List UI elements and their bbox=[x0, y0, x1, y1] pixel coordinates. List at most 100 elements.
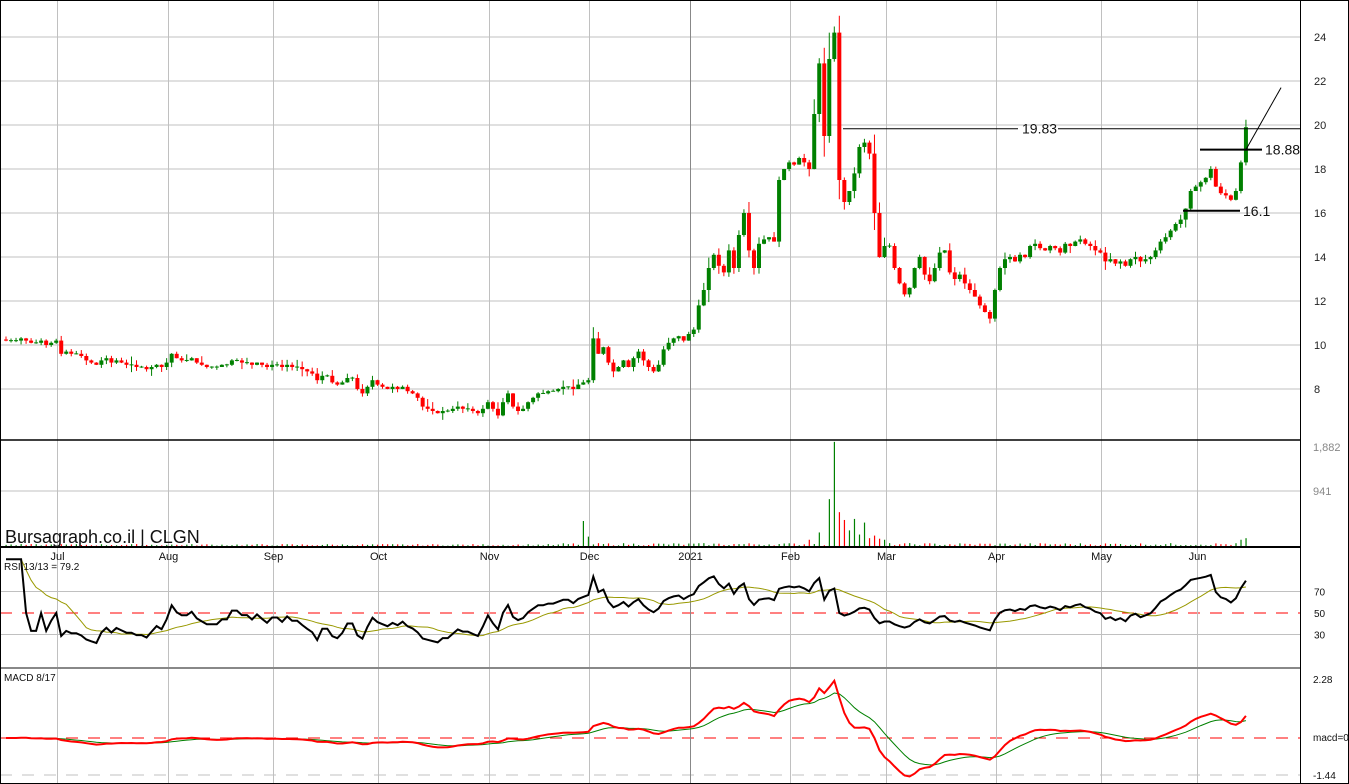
candle-body bbox=[340, 382, 345, 385]
volume-bar bbox=[1039, 543, 1041, 546]
macd-tick-label: macd=0 bbox=[1313, 733, 1349, 744]
candle-body bbox=[1138, 257, 1143, 262]
candle-body bbox=[430, 408, 435, 411]
volume-bar bbox=[989, 543, 991, 546]
candle-body bbox=[144, 367, 149, 370]
candle-body bbox=[400, 386, 405, 389]
candle-body bbox=[480, 408, 485, 414]
candle-body bbox=[410, 391, 415, 394]
volume-bar bbox=[1210, 544, 1212, 546]
candle-body bbox=[797, 158, 802, 165]
candle-body bbox=[661, 349, 666, 365]
candle-body bbox=[706, 268, 711, 290]
candle-body bbox=[260, 362, 265, 365]
candle-body bbox=[611, 362, 616, 372]
rsi-label: RSI 13/13 = 79.2 bbox=[4, 562, 80, 573]
volume-bar bbox=[1099, 545, 1102, 546]
volume-bar bbox=[1200, 544, 1202, 546]
candle-body bbox=[129, 364, 134, 366]
candle-body bbox=[716, 254, 721, 266]
volume-bar bbox=[1235, 543, 1237, 546]
volume-bar bbox=[638, 545, 640, 546]
month-label-oct: Oct bbox=[370, 551, 387, 563]
volume-bar bbox=[407, 545, 409, 546]
candle-body bbox=[817, 63, 822, 114]
candle-body bbox=[1063, 243, 1068, 253]
candle-body bbox=[465, 408, 470, 410]
stock-chart: 19.8318.8816.1 Jul Aug Sep Oct Nov Dec 2021 Feb… bbox=[0, 0, 1349, 784]
candle-body bbox=[1173, 224, 1178, 231]
candle-body bbox=[937, 252, 942, 268]
month-label-aug: Aug bbox=[159, 551, 179, 563]
candle-body bbox=[681, 336, 686, 341]
volume-bar bbox=[607, 543, 610, 546]
volume-bar bbox=[979, 543, 981, 546]
candle-body bbox=[209, 366, 214, 368]
volume-bar bbox=[798, 545, 800, 546]
volume-bar bbox=[321, 544, 323, 546]
volume-bar bbox=[236, 544, 238, 546]
trendline bbox=[1245, 87, 1282, 150]
candle-body bbox=[867, 142, 872, 154]
candle-body bbox=[666, 342, 671, 350]
candle-body bbox=[922, 257, 927, 275]
candle-body bbox=[952, 272, 957, 279]
volume-bar bbox=[929, 543, 931, 546]
volume-bar bbox=[1054, 544, 1056, 546]
candle-body bbox=[1008, 257, 1012, 260]
candle-body bbox=[751, 250, 756, 268]
candle-body bbox=[787, 162, 792, 169]
volume-bar bbox=[221, 544, 223, 546]
candle-body bbox=[656, 364, 661, 372]
candle-body bbox=[189, 358, 194, 361]
candle-body bbox=[711, 254, 716, 268]
volume-bar bbox=[432, 544, 434, 546]
volume-bar bbox=[1175, 544, 1177, 546]
rsi-tick-label: 50 bbox=[1314, 609, 1326, 620]
volume-bar bbox=[462, 544, 464, 546]
candle-body bbox=[842, 180, 847, 202]
rsi-line bbox=[6, 558, 1247, 645]
price-tick-label: 12 bbox=[1314, 296, 1326, 308]
macd-tick-label: 2.28 bbox=[1313, 675, 1333, 686]
candle-body bbox=[972, 290, 977, 297]
candle-body bbox=[556, 389, 561, 392]
candle-body bbox=[285, 364, 290, 367]
volume-tick-label: 941 bbox=[1313, 486, 1331, 498]
volume-bar bbox=[1135, 544, 1137, 546]
volume-bar bbox=[843, 519, 846, 546]
candle-body bbox=[947, 250, 952, 273]
candle-body bbox=[726, 250, 731, 273]
candle-body bbox=[832, 32, 837, 59]
volume-bar bbox=[331, 544, 333, 546]
candle-body bbox=[1053, 246, 1058, 249]
volume-bar bbox=[728, 545, 730, 546]
candle-body bbox=[1033, 243, 1038, 246]
candle-body bbox=[335, 382, 340, 385]
volume-bar bbox=[371, 544, 374, 546]
volume-bar bbox=[698, 543, 700, 546]
volume-bar bbox=[808, 539, 810, 546]
candle-body bbox=[1098, 250, 1103, 253]
volume-bar bbox=[487, 545, 489, 546]
volume-bar bbox=[793, 543, 795, 546]
price-tick-label: 20 bbox=[1314, 120, 1326, 132]
candle-body bbox=[897, 268, 902, 284]
candle-body bbox=[39, 340, 44, 343]
candle-body bbox=[34, 342, 39, 344]
candle-body bbox=[109, 358, 114, 363]
candle-body bbox=[1198, 182, 1203, 187]
candle-body bbox=[701, 290, 706, 306]
volume-bar bbox=[417, 544, 419, 546]
candle-body bbox=[1113, 259, 1118, 264]
month-label-dec: Dec bbox=[580, 551, 600, 563]
candle-body bbox=[234, 359, 239, 361]
candle-body bbox=[571, 386, 576, 389]
candle-body bbox=[239, 360, 244, 363]
candle-body bbox=[64, 351, 69, 354]
candle-body bbox=[807, 162, 812, 169]
candle-body bbox=[14, 340, 19, 342]
level-label: 18.88 bbox=[1265, 142, 1300, 158]
candle-body bbox=[1088, 243, 1093, 246]
volume-bar bbox=[959, 543, 961, 546]
